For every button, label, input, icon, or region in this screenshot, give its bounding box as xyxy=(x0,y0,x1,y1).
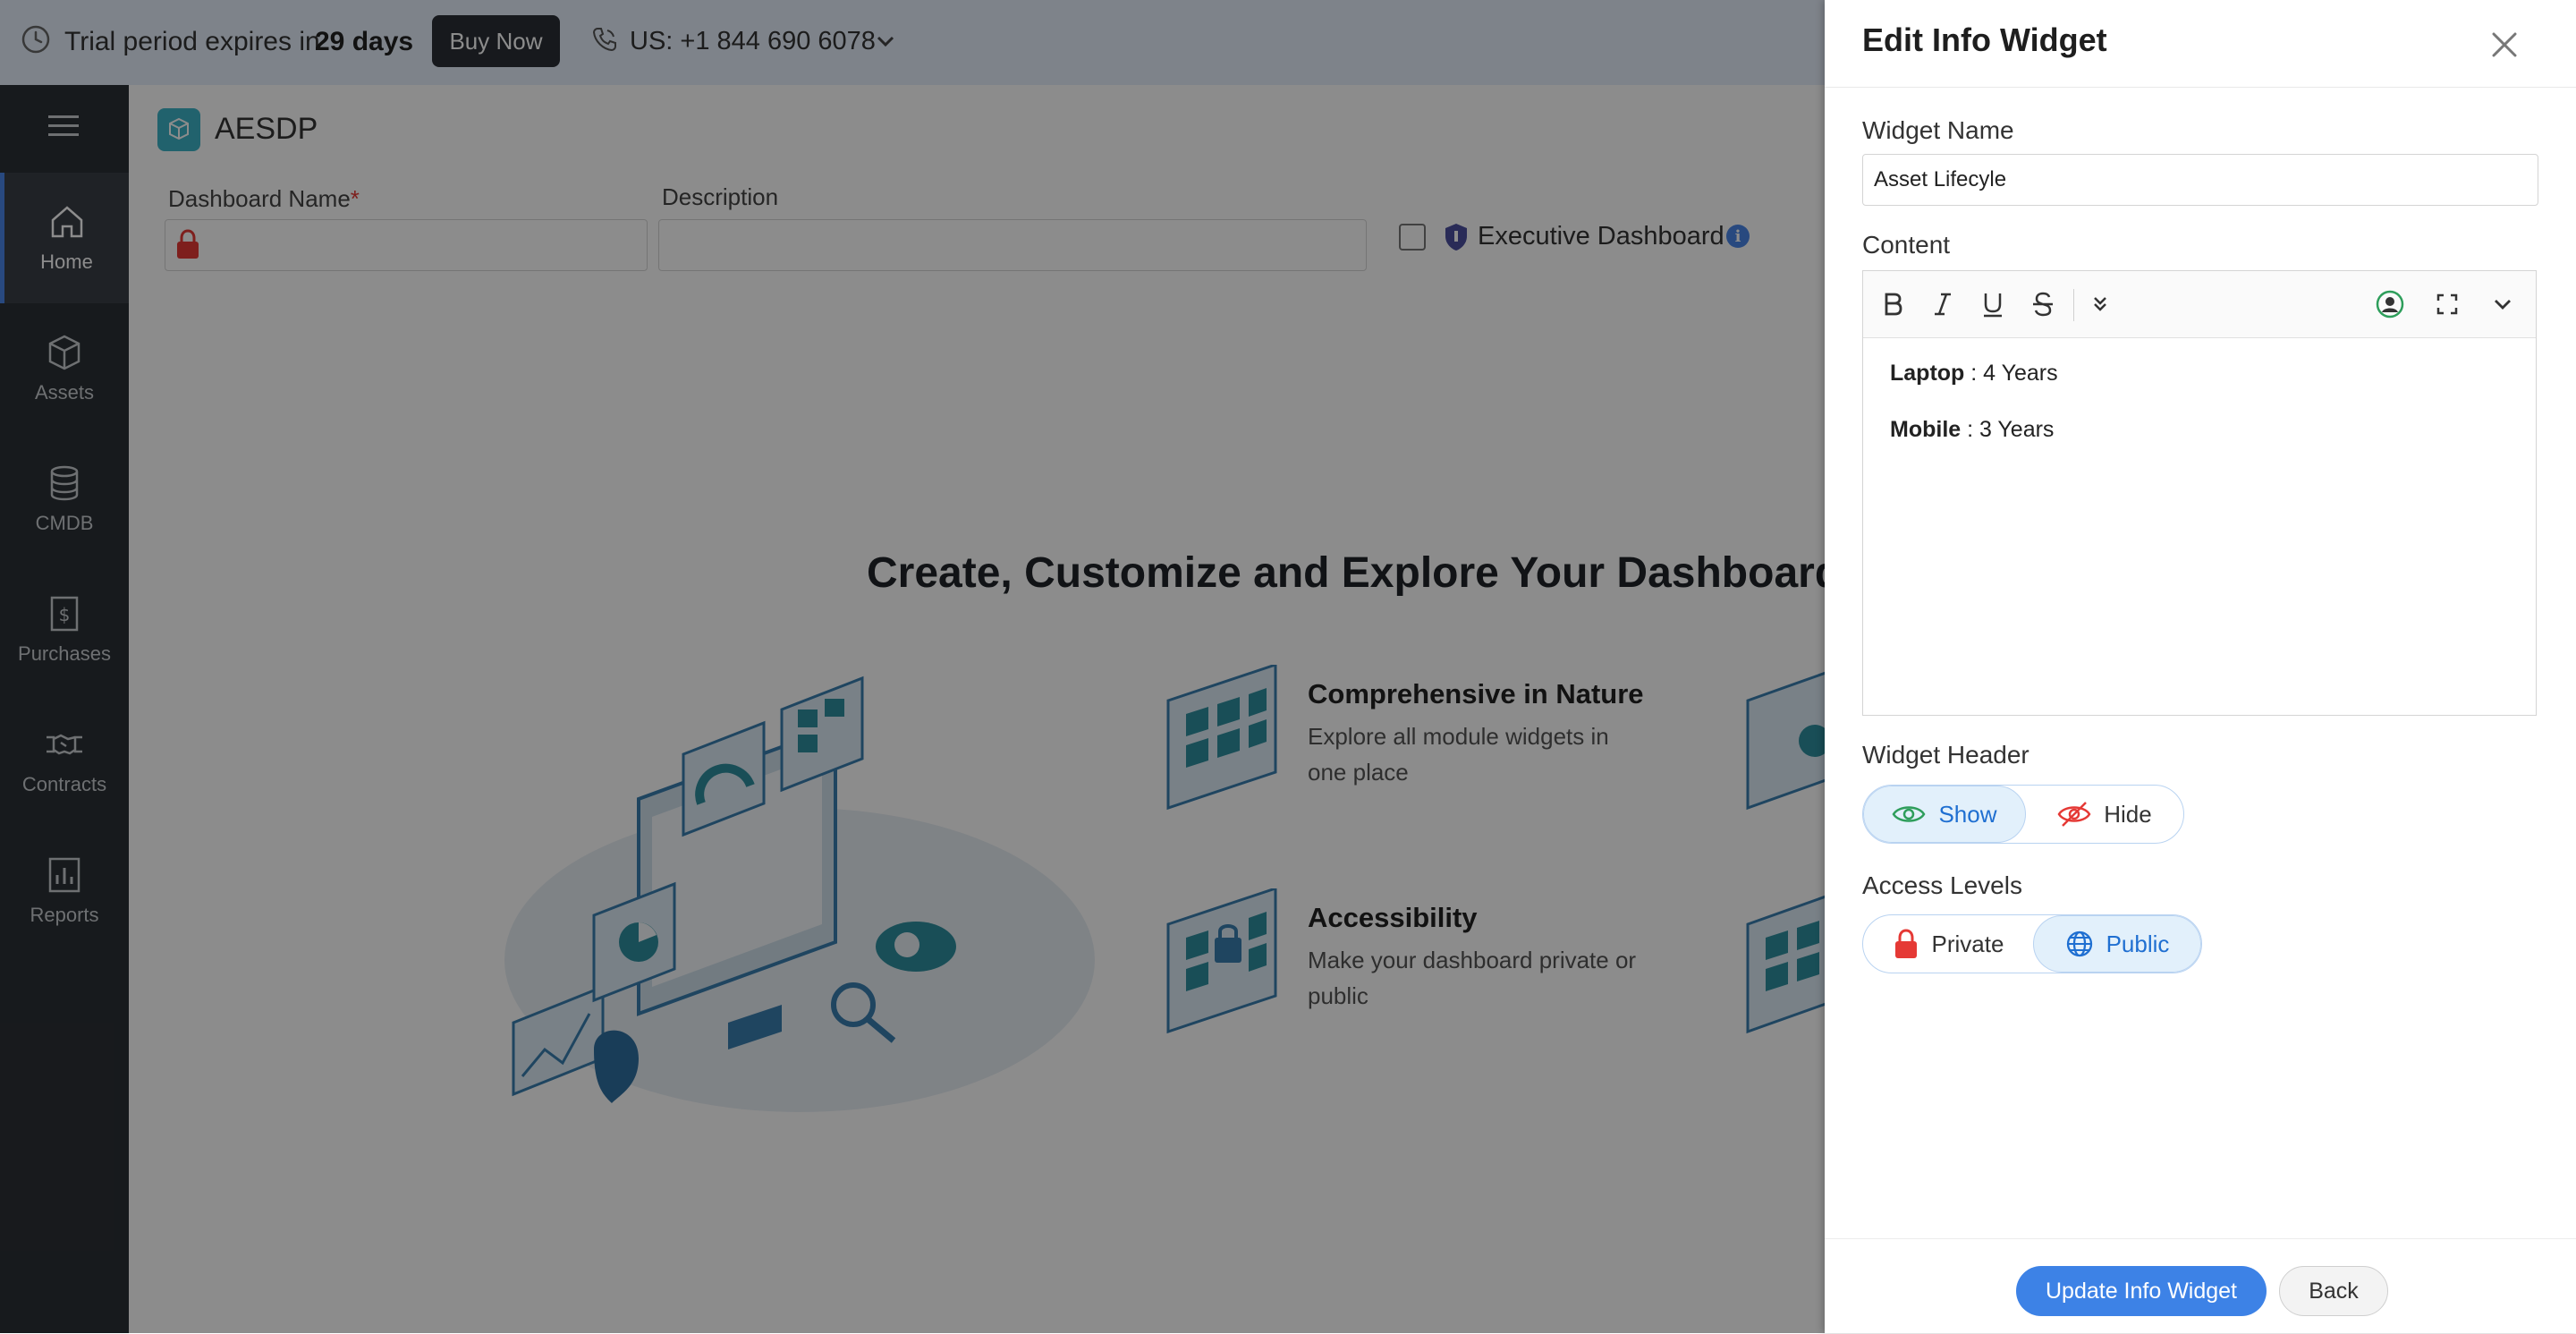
private-option[interactable]: Private xyxy=(1863,915,2033,973)
fullscreen-icon xyxy=(2436,293,2458,315)
globe-icon xyxy=(2066,930,2092,957)
widget-name-label: Widget Name xyxy=(1862,116,2014,144)
content-editor[interactable]: Laptop : 4 Years Mobile : 3 Years xyxy=(1862,270,2537,716)
chevron-down-icon xyxy=(2495,300,2511,310)
insert-user-button[interactable] xyxy=(2373,287,2407,321)
double-chevron-down-icon xyxy=(2094,297,2106,311)
toolbar-separator xyxy=(2073,289,2074,321)
panel-header: Edit Info Widget xyxy=(1825,0,2576,88)
expand-toolbar-button[interactable] xyxy=(2486,287,2520,321)
hide-option[interactable]: Hide xyxy=(2026,786,2183,843)
content-label: Content xyxy=(1862,231,1951,259)
eye-off-icon xyxy=(2057,802,2091,827)
italic-icon xyxy=(1935,293,1951,316)
widget-name-input[interactable] xyxy=(1862,154,2538,206)
strikethrough-icon xyxy=(2033,292,2053,317)
more-options-button[interactable] xyxy=(2083,287,2117,321)
strikethrough-button[interactable] xyxy=(2026,287,2060,321)
access-levels-label: Access Levels xyxy=(1862,871,2022,899)
bold-button[interactable] xyxy=(1876,287,1910,321)
editor-body[interactable]: Laptop : 4 Years Mobile : 3 Years xyxy=(1890,361,2058,473)
lock-icon xyxy=(1894,929,1917,958)
widget-header-label: Widget Header xyxy=(1862,741,2029,769)
italic-button[interactable] xyxy=(1926,287,1960,321)
access-levels-toggle: Private Public xyxy=(1862,914,2202,973)
edit-info-widget-panel: Edit Info Widget Widget Name Content xyxy=(1825,0,2576,1333)
panel-footer: Update Info Widget Back xyxy=(1825,1238,2576,1334)
editor-toolbar xyxy=(1863,271,2536,338)
public-option[interactable]: Public xyxy=(2033,915,2201,973)
user-circle-icon xyxy=(2376,290,2404,319)
panel-title: Edit Info Widget xyxy=(1862,21,2107,58)
underline-button[interactable] xyxy=(1976,287,2010,321)
bold-icon xyxy=(1885,293,1902,316)
content-line: Mobile : 3 Years xyxy=(1890,417,2055,442)
widget-header-toggle: Show Hide xyxy=(1862,785,2184,844)
content-line: Laptop : 4 Years xyxy=(1890,361,2058,386)
fullscreen-button[interactable] xyxy=(2430,287,2464,321)
underline-icon xyxy=(1984,293,2002,318)
eye-icon xyxy=(1893,806,1926,822)
close-icon[interactable] xyxy=(2487,27,2522,63)
show-option[interactable]: Show xyxy=(1863,786,2026,843)
modal-overlay[interactable] xyxy=(0,0,1825,1333)
update-info-widget-button[interactable]: Update Info Widget xyxy=(2016,1266,2267,1316)
back-button[interactable]: Back xyxy=(2279,1266,2388,1316)
